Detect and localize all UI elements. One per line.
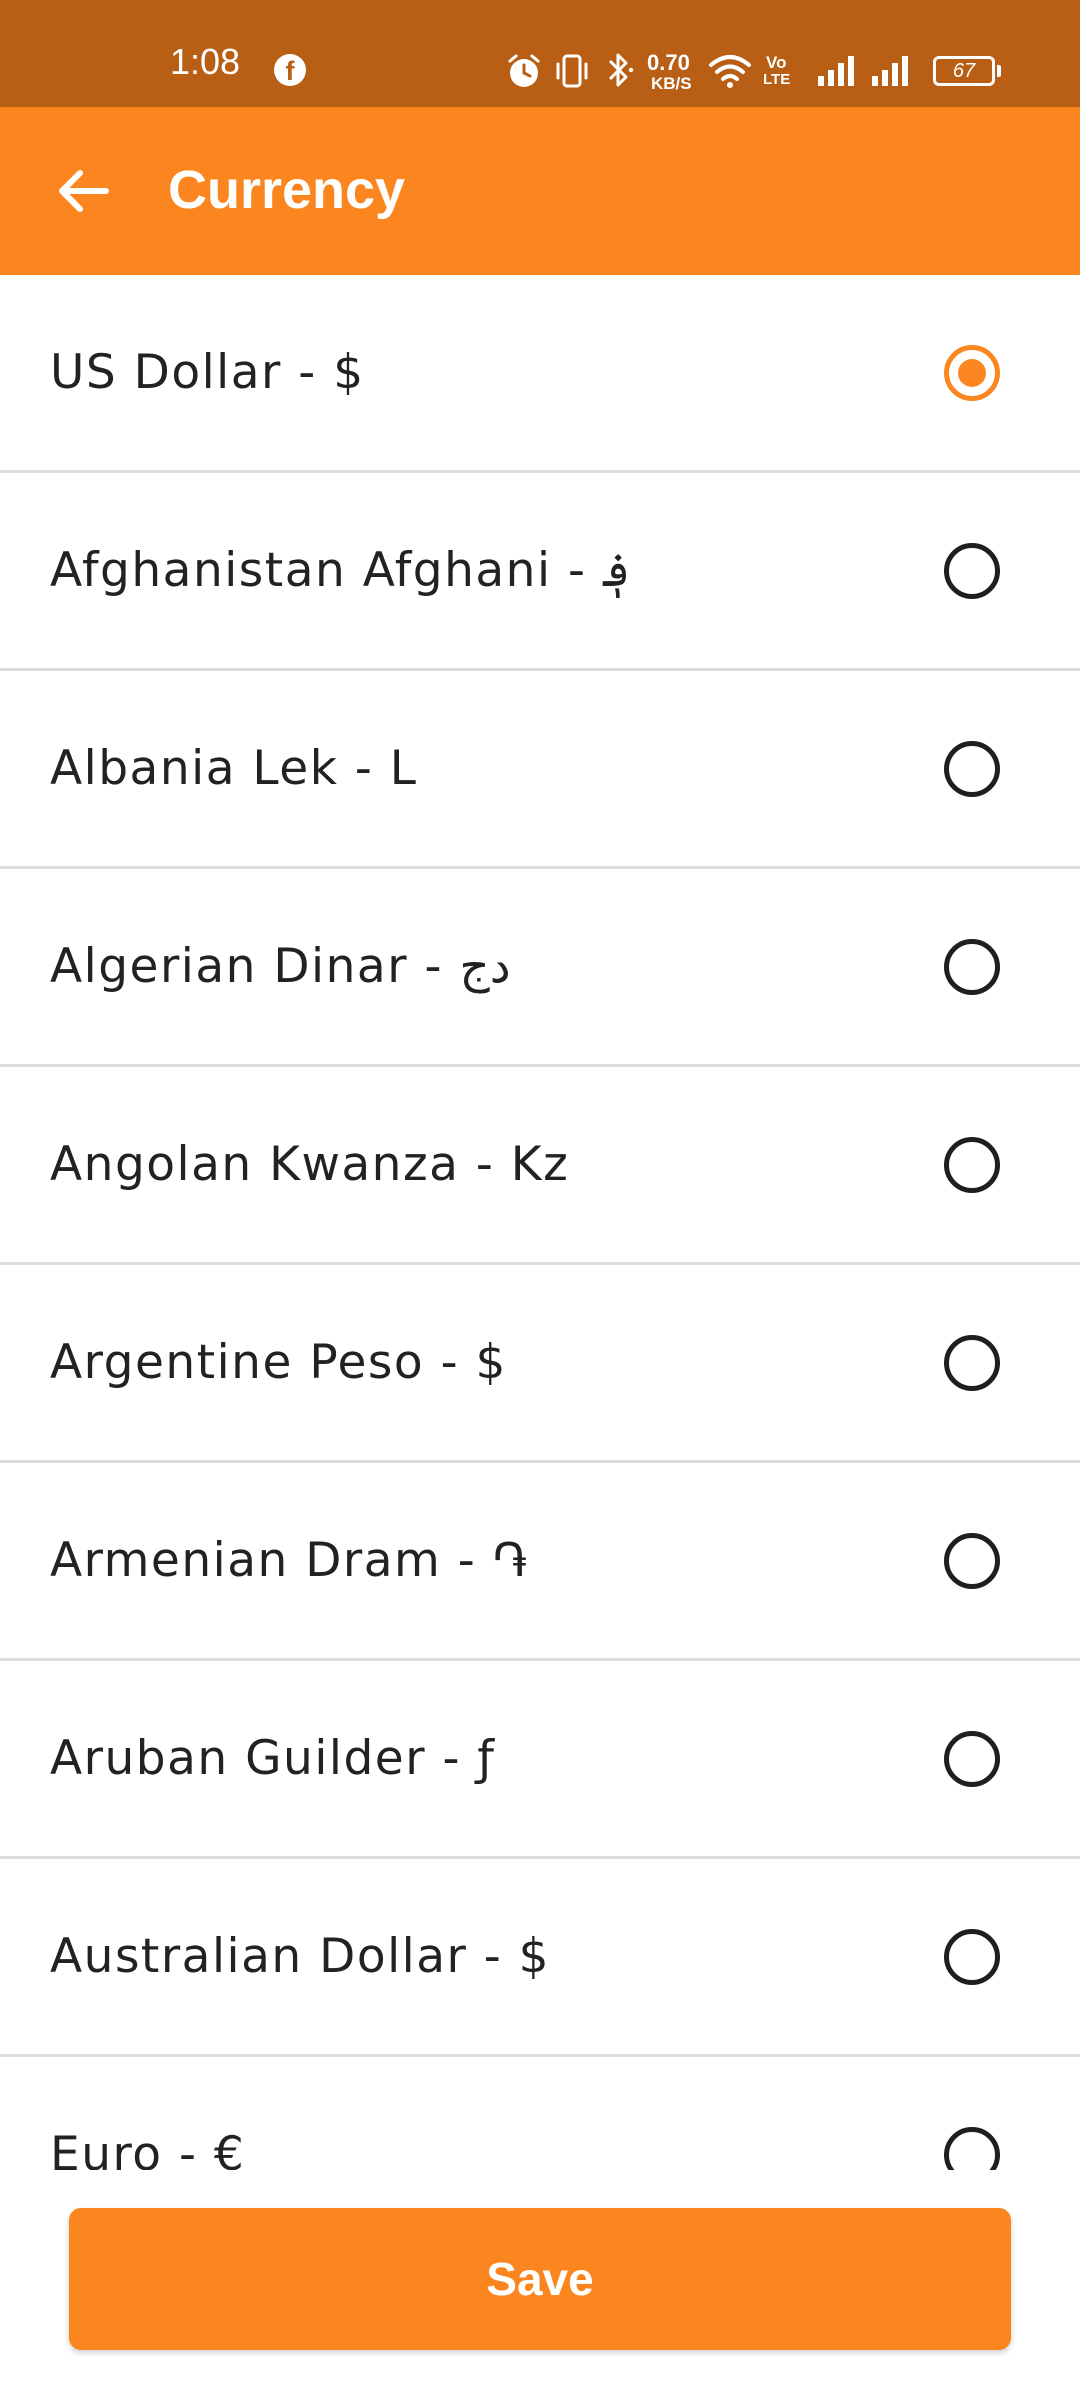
currency-item-us-dollar[interactable]: US Dollar - $	[0, 275, 1080, 473]
currency-item-aruban-guilder[interactable]: Aruban Guilder - ƒ	[0, 1661, 1080, 1859]
currency-list[interactable]: US Dollar - $ Afghanistan Afghani - ؋ Al…	[0, 275, 1080, 2175]
back-button[interactable]	[44, 151, 124, 231]
currency-label: US Dollar - $	[50, 345, 365, 400]
page-title: Currency	[168, 160, 406, 220]
currency-label: Armenian Dram - ֏	[50, 1533, 529, 1588]
wifi-icon	[709, 55, 751, 88]
signal-icon	[872, 56, 908, 86]
currency-item-angolan-kwanza[interactable]: Angolan Kwanza - Kz	[0, 1067, 1080, 1265]
currency-label: Aruban Guilder - ƒ	[50, 1731, 496, 1786]
battery-tip	[997, 65, 1001, 77]
currency-item-algerian-dinar[interactable]: Algerian Dinar - دج	[0, 869, 1080, 1067]
network-speed-unit: KB/S	[651, 74, 692, 93]
currency-item-armenian-dram[interactable]: Armenian Dram - ֏	[0, 1463, 1080, 1661]
bottom-bar: Save	[0, 2170, 1080, 2400]
battery-level: 67	[952, 60, 976, 82]
save-button[interactable]: Save	[69, 2208, 1011, 2350]
radio-button[interactable]	[944, 741, 1000, 797]
currency-label: Algerian Dinar - دج	[50, 939, 511, 994]
currency-item-argentine-peso[interactable]: Argentine Peso - $	[0, 1265, 1080, 1463]
bluetooth-icon	[608, 53, 634, 87]
volte-icon-top: Vo	[766, 53, 787, 72]
volte-icon-bottom: LTE	[763, 71, 791, 88]
signal-icon	[818, 56, 854, 86]
status-bar: 1:08 f 0.70 KB/S Vo LTE 67	[0, 0, 1080, 107]
radio-button[interactable]	[944, 2127, 1000, 2175]
radio-button[interactable]	[944, 1137, 1000, 1193]
currency-item-albania-lek[interactable]: Albania Lek - L	[0, 671, 1080, 869]
app-bar: Currency	[0, 107, 1080, 275]
radio-button[interactable]	[944, 1731, 1000, 1787]
arrow-left-icon	[59, 170, 109, 212]
network-speed-value: 0.70	[647, 50, 690, 75]
radio-button[interactable]	[944, 939, 1000, 995]
currency-label: Angolan Kwanza - Kz	[50, 1137, 570, 1192]
radio-button-selected[interactable]	[944, 345, 1000, 401]
radio-button[interactable]	[944, 1929, 1000, 1985]
radio-button[interactable]	[944, 543, 1000, 599]
alarm-icon	[508, 54, 540, 87]
battery-icon: 67	[933, 56, 995, 86]
currency-label: Afghanistan Afghani - ؋	[50, 543, 631, 598]
currency-label: Australian Dollar - $	[50, 1929, 551, 1984]
currency-item-afghanistan-afghani[interactable]: Afghanistan Afghani - ؋	[0, 473, 1080, 671]
vibrate-icon	[556, 54, 588, 88]
status-time: 1:08	[170, 41, 241, 82]
currency-item-australian-dollar[interactable]: Australian Dollar - $	[0, 1859, 1080, 2057]
facebook-icon: f	[274, 54, 306, 86]
radio-button[interactable]	[944, 1335, 1000, 1391]
currency-item-euro[interactable]: Euro - €	[0, 2057, 1080, 2175]
currency-label: Argentine Peso - $	[50, 1335, 507, 1390]
radio-button[interactable]	[944, 1533, 1000, 1589]
currency-label: Albania Lek - L	[50, 741, 418, 796]
currency-label: Euro - €	[50, 2127, 246, 2175]
